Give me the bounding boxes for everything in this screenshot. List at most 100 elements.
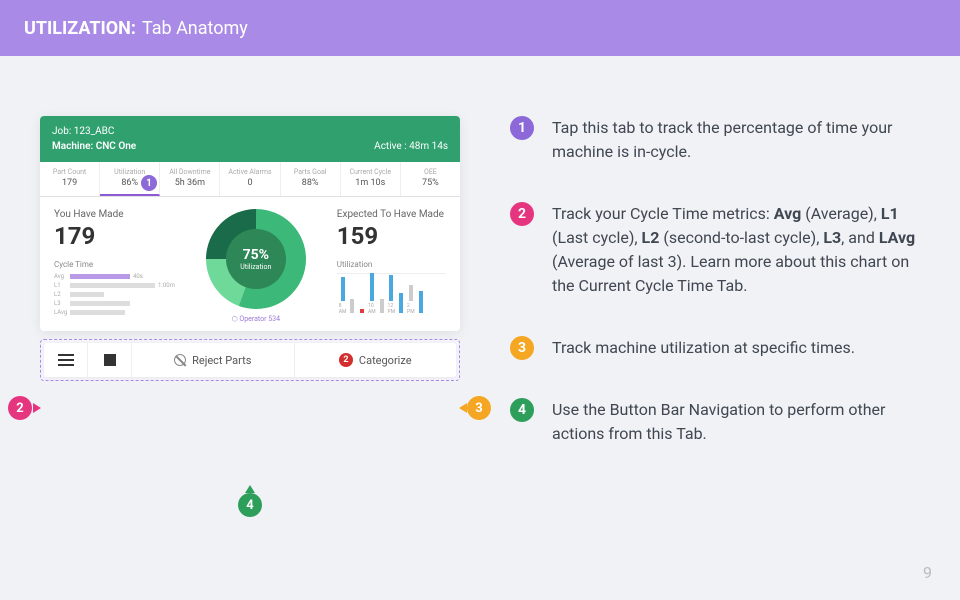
util-bar-group [349,299,357,315]
util-hour-label: 10 AM [368,303,376,315]
cycle-bar [70,292,104,297]
mockup-header: Job: 123_ABC Machine: CNC One Active : 4… [40,116,460,162]
tab-label: Parts Goal [283,168,338,176]
cycle-bar [70,274,130,279]
cycle-bar [70,310,125,315]
tab-value: 88% [283,178,338,188]
cycle-time-chart: Avg 40s L1 1:00m L2 L3 LAvg [54,273,175,313]
reject-parts-button[interactable]: Reject Parts [132,343,295,377]
page-header: UTILIZATION: Tab Anatomy [0,0,960,56]
stop-button[interactable] [88,343,132,377]
descriptions-column: 1 Tap this tab to track the percentage o… [510,116,920,484]
tab-label: Current Cycle [343,168,398,176]
operator-label: ⬡ Operator 534 [232,315,280,323]
description-2: 2 Track your Cycle Time metrics: Avg (Av… [510,202,920,298]
active-time-label: Active : 48m 14s [374,139,448,154]
cycle-row-name: L1 [54,282,70,289]
page-number: 9 [923,563,932,582]
expected-label: Expected To Have Made [337,209,446,220]
tab-label: Part Count [42,168,97,176]
util-bar [370,273,374,301]
desc-marker-1: 1 [510,116,534,140]
cycle-bar [70,283,155,288]
button-bar-outline: Reject Parts 2 Categorize [40,339,460,381]
util-bar [341,277,345,301]
tab-label: All Downtime [162,168,217,176]
cycle-row-name: LAvg [54,309,70,316]
tab-value: 179 [42,178,97,188]
prohibit-icon [174,354,186,366]
cycle-row: LAvg [54,309,175,316]
tab-label: Active Alarms [222,168,277,176]
desc-text-2: Track your Cycle Time metrics: Avg (Aver… [552,202,920,298]
reject-parts-label: Reject Parts [192,354,251,367]
description-4: 4 Use the Button Bar Navigation to perfo… [510,398,920,446]
header-subtitle: Tab Anatomy [142,18,248,39]
util-bar [360,309,364,313]
util-bar [399,293,403,313]
tab-label: OEE [403,168,458,176]
desc-marker-2: 2 [510,202,534,226]
utilization-bar-chart: 8 AM 10 AM 12 PM 2 PM [337,273,446,315]
utilization-donut: 75% Utilization [206,209,306,309]
util-bar-group [417,291,425,315]
metric-tab[interactable]: All Downtime 5h 36m [160,162,220,196]
expected-value: 159 [337,222,446,250]
you-made-label: You Have Made [54,209,175,220]
metric-tab[interactable]: Parts Goal 88% [281,162,341,196]
metric-tab[interactable]: Current Cycle 1m 10s [341,162,401,196]
categorize-button[interactable]: 2 Categorize [295,343,457,377]
desc-text-4: Use the Button Bar Navigation to perform… [552,398,920,446]
callout-marker-1-inline: 1 [141,175,157,191]
cycle-value: 40s [133,273,143,280]
desc-text-1: Tap this tab to track the percentage of … [552,116,920,164]
tab-value: 5h 36m [162,178,217,188]
cycle-row-name: L3 [54,300,70,307]
util-bar-group: 2 PM [407,285,415,315]
metric-tab[interactable]: Active Alarms 0 [220,162,280,196]
tab-value: 0 [222,178,277,188]
desc-text-3: Track machine utilization at specific ti… [552,336,855,360]
util-bar-group [378,299,386,315]
util-bar [380,299,384,313]
utilization-chart-label: Utilization [337,260,446,269]
categorize-label: Categorize [359,354,412,367]
util-bar-group: 10 AM [368,273,376,315]
callout-arrow-4 [245,485,255,493]
util-bar-group: 12 PM [388,275,396,315]
menu-button[interactable] [44,343,88,377]
categorize-badge: 2 [339,353,353,367]
util-bar-group [427,313,435,315]
util-bar-group [358,309,366,315]
metric-tab[interactable]: OEE 75% [401,162,460,196]
machine-label: Machine: CNC One [52,139,136,154]
stop-icon [104,354,116,366]
metric-tabs: Part Count179Utilization86%All Downtime5… [40,162,460,197]
util-bar-group: 8 AM [339,277,347,315]
cycle-row: L2 [54,291,175,298]
callout-marker-4: 4 [238,493,262,517]
hamburger-icon [58,354,74,366]
util-bar [389,275,393,301]
cycle-row: L1 1:00m [54,282,175,289]
tab-value: 1m 10s [343,178,398,188]
description-1: 1 Tap this tab to track the percentage o… [510,116,920,164]
cycle-bar [70,301,130,306]
job-label: Job: 123_ABC [52,124,136,139]
cycle-row-name: L2 [54,291,70,298]
button-bar: Reject Parts 2 Categorize [44,343,456,377]
util-bar [419,291,423,313]
desc-marker-4: 4 [510,398,534,422]
callout-marker-2: 2 [8,396,32,420]
description-3: 3 Track machine utilization at specific … [510,336,920,360]
cycle-row-name: Avg [54,273,70,280]
cycle-row: Avg 40s [54,273,175,280]
metric-tab[interactable]: Part Count 179 [40,162,100,196]
callout-marker-3: 3 [467,396,491,420]
tab-value: 75% [403,178,458,188]
cycle-value: 1:00m [158,282,175,289]
util-bar-group [436,313,444,315]
desc-marker-3: 3 [510,336,534,360]
mockup-column: 1 2 3 4 Job: 123_ABC Machine: CNC One Ac… [40,116,460,484]
util-bar [350,299,354,313]
